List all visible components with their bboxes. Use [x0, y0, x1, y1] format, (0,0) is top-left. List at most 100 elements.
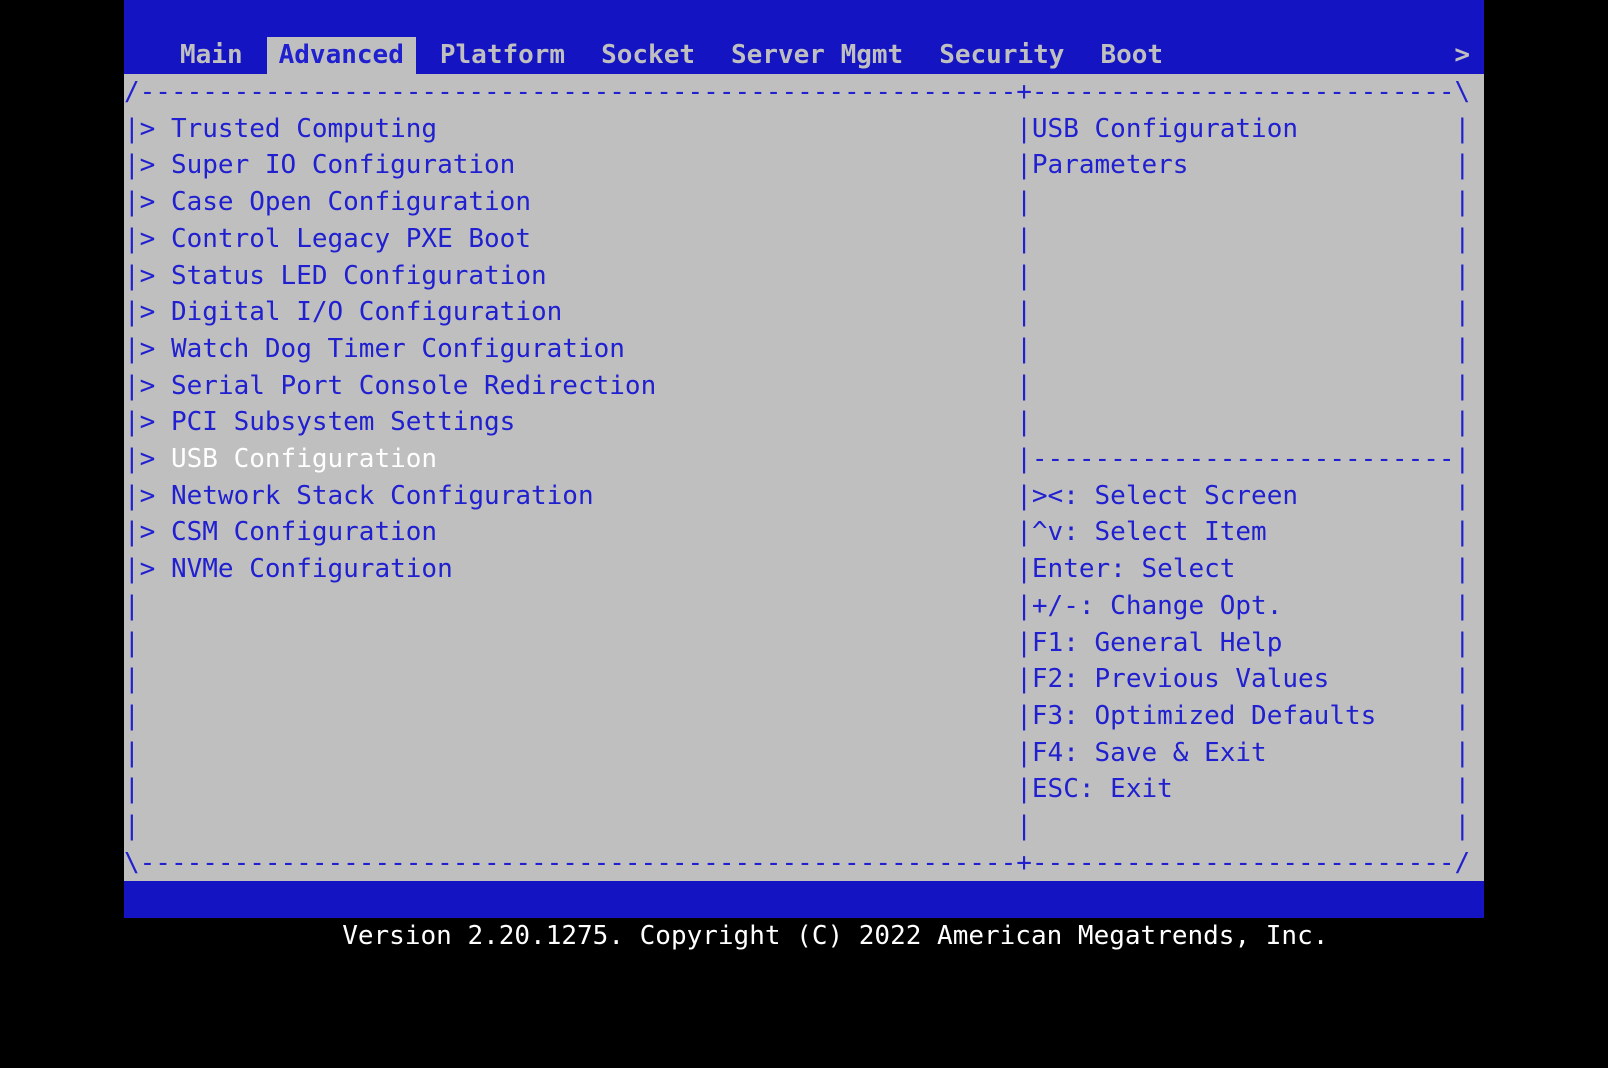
frame-mid: | [1016, 701, 1032, 731]
frame-left: | [124, 664, 140, 694]
body-row: | |F3: Optimized Defaults | [124, 698, 1484, 735]
menu-item[interactable]: > PCI Subsystem Settings [140, 407, 1017, 437]
tab-security[interactable]: Security [927, 37, 1076, 74]
frame-mid: | [1016, 628, 1032, 658]
frame-mid: | [1016, 371, 1032, 401]
menu-bar: Main Advanced Platform Socket Server Mgm… [124, 37, 1484, 74]
frame-top: /---------------------------------------… [124, 74, 1484, 111]
frame-left: | [124, 517, 140, 547]
menu-item[interactable]: > Watch Dog Timer Configuration [140, 334, 1017, 364]
body-row: |> PCI Subsystem Settings | | [124, 404, 1484, 441]
help-key-hint: ><: Select Screen [1032, 481, 1455, 511]
frame-mid: | [1016, 664, 1032, 694]
frame-left: | [124, 261, 140, 291]
frame-mid: | [1016, 738, 1032, 768]
body-row: |> CSM Configuration |^v: Select Item | [124, 514, 1484, 551]
body-row: | |F1: General Help | [124, 625, 1484, 662]
menu-item[interactable]: > CSM Configuration [140, 517, 1017, 547]
frame-right: | [1455, 591, 1471, 621]
frame-mid: | [1016, 187, 1032, 217]
frame-right: | [1455, 334, 1471, 364]
help-divider: --------------------------- [1032, 444, 1455, 474]
frame-mid: | [1016, 554, 1032, 584]
menu-item[interactable]: > Digital I/O Configuration [140, 297, 1017, 327]
body-row: |> Case Open Configuration | | [124, 184, 1484, 221]
frame-left: | [124, 738, 140, 768]
frame-left: | [124, 444, 140, 474]
frame-mid: | [1016, 481, 1032, 511]
frame-mid: | [1016, 224, 1032, 254]
bios-screen: Aptio Setup Utility - Copyright (C) 2022… [124, 0, 1484, 918]
frame-left: | [124, 554, 140, 584]
tab-platform[interactable]: Platform [428, 37, 577, 74]
body-row: |> Control Legacy PXE Boot | | [124, 221, 1484, 258]
frame-right: | [1455, 114, 1471, 144]
frame-mid: | [1016, 591, 1032, 621]
frame-right: | [1455, 664, 1471, 694]
frame-left: | [124, 334, 140, 364]
body-row: |> Serial Port Console Redirection | | [124, 368, 1484, 405]
menu-item[interactable]: > NVMe Configuration [140, 554, 1017, 584]
help-key-hint: F4: Save & Exit [1032, 738, 1455, 768]
tab-advanced[interactable]: Advanced [267, 37, 416, 74]
frame-right: | [1455, 297, 1471, 327]
tab-main[interactable]: Main [168, 37, 255, 74]
frame-right: | [1455, 407, 1471, 437]
body-row: |> Super IO Configuration |Parameters | [124, 147, 1484, 184]
help-key-hint: ESC: Exit [1032, 774, 1455, 804]
menu-item[interactable]: > Network Stack Configuration [140, 481, 1017, 511]
frame-mid: | [1016, 334, 1032, 364]
help-key-hint: Enter: Select [1032, 554, 1455, 584]
body-row: | | | [124, 808, 1484, 845]
frame-right: | [1455, 481, 1471, 511]
frame-right: | [1455, 444, 1471, 474]
frame-left: | [124, 297, 140, 327]
body-row: |> Network Stack Configuration |><: Sele… [124, 478, 1484, 515]
body-row: | |F4: Save & Exit | [124, 735, 1484, 772]
frame-right: | [1455, 150, 1471, 180]
help-description: Parameters [1032, 150, 1455, 180]
frame-mid: | [1016, 774, 1032, 804]
tab-scroll-indicator-icon[interactable]: > [1454, 37, 1470, 74]
menu-item[interactable]: > Control Legacy PXE Boot [140, 224, 1017, 254]
frame-left: | [124, 187, 140, 217]
frame-right: | [1455, 517, 1471, 547]
menu-item[interactable]: > USB Configuration [140, 444, 1017, 474]
menu-item[interactable]: > Status LED Configuration [140, 261, 1017, 291]
body-row: | |F2: Previous Values | [124, 661, 1484, 698]
menu-item[interactable]: > Trusted Computing [140, 114, 1017, 144]
frame-mid: | [1016, 261, 1032, 291]
frame-right: | [1455, 261, 1471, 291]
menu-item[interactable]: > Serial Port Console Redirection [140, 371, 1017, 401]
tab-server-mgmt[interactable]: Server Mgmt [719, 37, 915, 74]
frame-mid: | [1016, 407, 1032, 437]
frame-right: | [1455, 554, 1471, 584]
frame-left: | [124, 371, 140, 401]
body-row: |> Digital I/O Configuration | | [124, 294, 1484, 331]
title-bar: Aptio Setup Utility - Copyright (C) 2022… [124, 0, 1484, 37]
menu-item[interactable]: > Super IO Configuration [140, 150, 1017, 180]
setup-body[interactable]: /---------------------------------------… [124, 74, 1484, 881]
menu-item-selected[interactable]: USB Configuration [171, 444, 1016, 474]
frame-mid: | [1016, 114, 1032, 144]
frame-right: | [1455, 774, 1471, 804]
frame-right: | [1455, 628, 1471, 658]
tab-boot[interactable]: Boot [1088, 37, 1175, 74]
frame-mid: | [1016, 297, 1032, 327]
frame-right: | [1455, 371, 1471, 401]
body-row: |> Trusted Computing |USB Configuration … [124, 111, 1484, 148]
frame-left: | [124, 407, 140, 437]
frame-mid: | [1016, 811, 1032, 841]
footer-bar: Version 2.20.1275. Copyright (C) 2022 Am… [124, 881, 1484, 918]
frame-left: | [124, 701, 140, 731]
help-key-hint: F1: General Help [1032, 628, 1455, 658]
frame-left: | [124, 224, 140, 254]
menu-item[interactable]: > Case Open Configuration [140, 187, 1017, 217]
body-row: | |ESC: Exit | [124, 771, 1484, 808]
tab-socket[interactable]: Socket [589, 37, 707, 74]
body-row: |> USB Configuration |------------------… [124, 441, 1484, 478]
frame-right: | [1455, 738, 1471, 768]
frame-left: | [124, 481, 140, 511]
help-key-hint: F3: Optimized Defaults [1032, 701, 1455, 731]
frame-mid: | [1016, 517, 1032, 547]
